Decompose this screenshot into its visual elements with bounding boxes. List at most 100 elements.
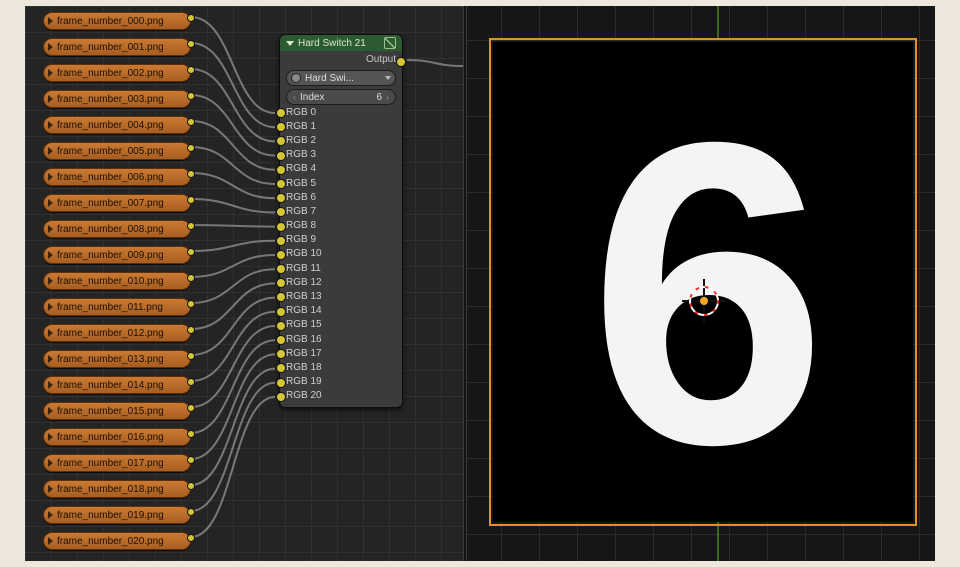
collapse-icon[interactable] [48,485,53,493]
output-socket[interactable] [187,14,195,22]
type-dropdown[interactable]: Hard Swi... [286,70,396,86]
output-socket[interactable] [187,222,195,230]
image-node[interactable]: frame_number_018.png [43,480,191,498]
output-socket[interactable] [187,430,195,438]
collapse-icon[interactable] [48,537,53,545]
image-node[interactable]: frame_number_004.png [43,116,191,134]
output-socket[interactable] [187,482,195,490]
image-node[interactable]: frame_number_008.png [43,220,191,238]
image-node[interactable]: frame_number_013.png [43,350,191,368]
output-socket[interactable] [187,326,195,334]
image-node[interactable]: frame_number_019.png [43,506,191,524]
input-socket-row[interactable]: RGB 12 [286,275,396,289]
image-node[interactable]: frame_number_001.png [43,38,191,56]
index-field[interactable]: ‹ Index 6 › [286,89,396,105]
image-node[interactable]: frame_number_020.png [43,532,191,550]
hard-switch-node[interactable]: Hard Switch 21 Output Hard Swi... ‹ Inde… [279,34,403,408]
node-title: frame_number_000.png [57,16,190,27]
image-node[interactable]: frame_number_009.png [43,246,191,264]
input-socket-row[interactable]: RGB 16 [286,332,396,346]
node-title: frame_number_006.png [57,172,190,183]
input-socket-row[interactable]: RGB 19 [286,375,396,389]
collapse-icon[interactable] [48,199,53,207]
collapse-icon[interactable] [48,303,53,311]
output-socket[interactable] [187,196,195,204]
collapse-icon[interactable] [48,329,53,337]
input-socket-row[interactable]: RGB 10 [286,247,396,261]
node-title: frame_number_010.png [57,276,190,287]
image-node[interactable]: frame_number_017.png [43,454,191,472]
collapse-icon[interactable] [48,173,53,181]
image-node[interactable]: frame_number_007.png [43,194,191,212]
output-socket[interactable] [187,274,195,282]
output-socket[interactable] [187,40,195,48]
output-socket[interactable] [187,378,195,386]
collapse-icon[interactable] [48,355,53,363]
collapse-icon[interactable] [48,251,53,259]
input-socket-row[interactable]: RGB 15 [286,318,396,332]
input-socket-row[interactable]: RGB 11 [286,261,396,275]
output-socket[interactable] [187,352,195,360]
image-node[interactable]: frame_number_005.png [43,142,191,160]
output-socket[interactable] [187,170,195,178]
output-socket[interactable] [187,456,195,464]
image-node[interactable]: frame_number_006.png [43,168,191,186]
input-socket-row[interactable]: RGB 0 [286,105,396,119]
chevron-left-icon[interactable]: ‹ [293,92,296,102]
collapse-icon[interactable] [48,225,53,233]
output-socket[interactable] [187,300,195,308]
output-socket[interactable] [187,508,195,516]
image-node[interactable]: frame_number_002.png [43,64,191,82]
viewport-panel[interactable]: 6 [467,6,935,561]
collapse-icon[interactable] [48,43,53,51]
collapse-icon[interactable] [48,459,53,467]
collapse-icon[interactable] [286,41,294,46]
chevron-right-icon[interactable]: › [386,92,389,102]
image-node[interactable]: frame_number_012.png [43,324,191,342]
input-socket-row[interactable]: RGB 18 [286,360,396,374]
input-socket-row[interactable]: RGB 13 [286,289,396,303]
output-socket[interactable] [187,404,195,412]
input-socket-row[interactable]: RGB 5 [286,176,396,190]
input-socket-row[interactable]: RGB 9 [286,233,396,247]
input-socket-row[interactable]: RGB 8 [286,219,396,233]
rendered-number: 6 [588,79,817,509]
output-socket[interactable] [187,118,195,126]
image-node[interactable]: frame_number_011.png [43,298,191,316]
input-socket-row[interactable]: RGB 7 [286,204,396,218]
input-socket-row[interactable]: RGB 14 [286,304,396,318]
swatch-icon [291,73,301,83]
node-editor-canvas[interactable]: frame_number_000.png frame_number_001.png… [25,6,463,561]
output-socket[interactable] [187,92,195,100]
collapse-icon[interactable] [48,69,53,77]
collapse-icon[interactable] [48,381,53,389]
output-socket-row[interactable]: Output [286,54,396,68]
output-socket[interactable] [187,248,195,256]
collapse-icon[interactable] [48,433,53,441]
collapse-icon[interactable] [48,511,53,519]
image-node[interactable]: frame_number_014.png [43,376,191,394]
collapse-icon[interactable] [48,277,53,285]
image-node[interactable]: frame_number_000.png [43,12,191,30]
output-socket[interactable] [187,66,195,74]
input-socket-row[interactable]: RGB 6 [286,190,396,204]
image-node[interactable]: frame_number_016.png [43,428,191,446]
output-socket[interactable] [187,144,195,152]
input-socket-row[interactable]: RGB 2 [286,133,396,147]
collapse-icon[interactable] [48,17,53,25]
image-node[interactable]: frame_number_015.png [43,402,191,420]
collapse-icon[interactable] [48,121,53,129]
input-socket-row[interactable]: RGB 4 [286,162,396,176]
input-socket-row[interactable]: RGB 1 [286,119,396,133]
collapse-icon[interactable] [48,407,53,415]
image-node[interactable]: frame_number_003.png [43,90,191,108]
collapse-icon[interactable] [48,95,53,103]
input-socket-row[interactable]: RGB 17 [286,346,396,360]
node-header[interactable]: Hard Switch 21 [280,35,402,51]
app-window: frame_number_000.png frame_number_001.png… [25,6,935,561]
input-socket-row[interactable]: RGB 3 [286,148,396,162]
output-socket[interactable] [187,534,195,542]
collapse-icon[interactable] [48,147,53,155]
input-socket-row[interactable]: RGB 20 [286,389,396,403]
image-node[interactable]: frame_number_010.png [43,272,191,290]
